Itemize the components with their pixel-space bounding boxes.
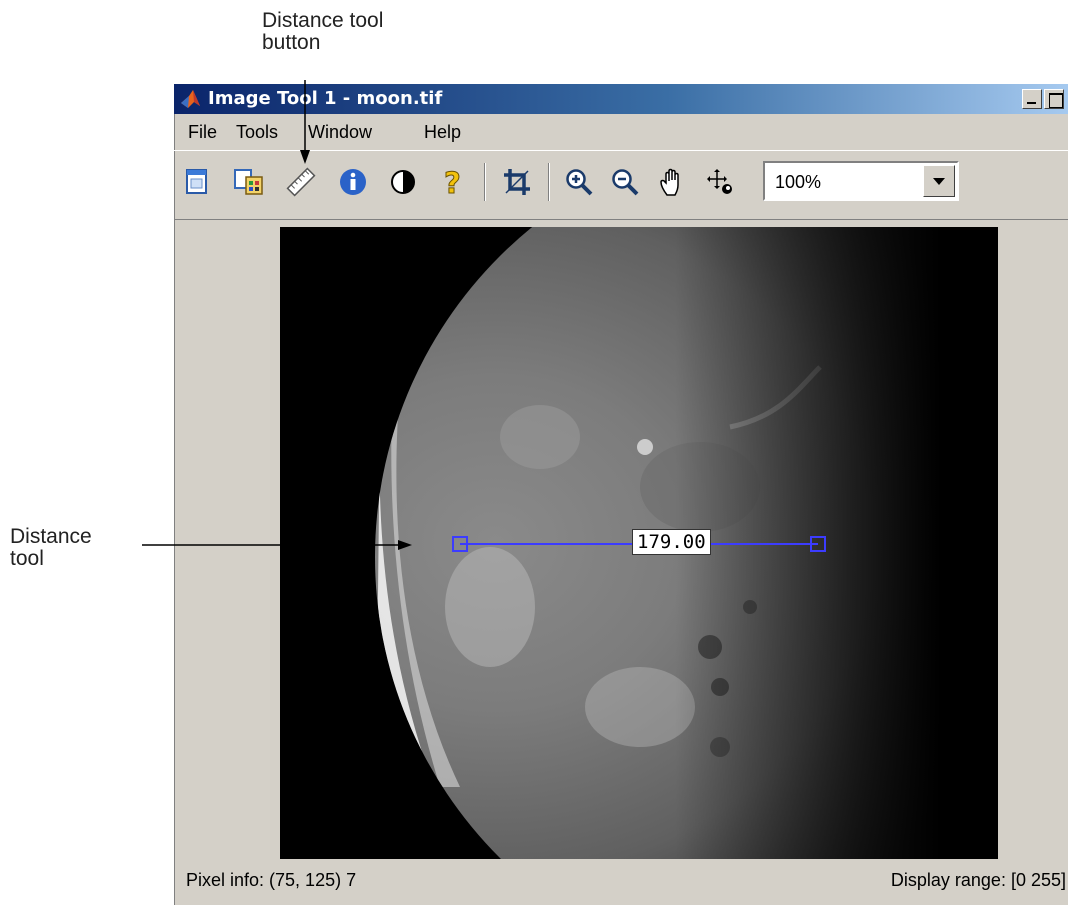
overview-button[interactable] (704, 164, 738, 200)
zoom-out-button[interactable] (608, 164, 642, 200)
new-figure-icon (186, 169, 207, 194)
menu-window[interactable]: Window (308, 122, 372, 143)
image-display[interactable]: 179.00 (280, 227, 998, 859)
zoom-value: 100% (775, 172, 822, 192)
contrast-icon (391, 170, 415, 194)
callout-button-line2: button (262, 31, 321, 54)
pan-icon (660, 168, 679, 196)
overview-icon (707, 169, 732, 194)
title-bar[interactable]: Image Tool 1 - moon.tif (174, 84, 1068, 114)
toolbar-separator-2 (548, 163, 550, 201)
maximize-button[interactable] (1044, 89, 1064, 109)
callout-tool-line1: Distance (10, 525, 92, 548)
zoom-in-button[interactable] (562, 164, 596, 200)
menu-help[interactable]: Help (424, 122, 461, 143)
export-button[interactable] (232, 164, 266, 200)
image-tool-window: Image Tool 1 - moon.tif File Tools Windo… (172, 84, 1068, 905)
help-button[interactable]: ? (436, 164, 470, 200)
maximize-icon (1049, 93, 1063, 108)
svg-text:?: ? (444, 166, 461, 198)
pan-button[interactable] (656, 164, 690, 200)
distance-tool-icon (286, 167, 316, 197)
help-icon: ? (444, 166, 462, 198)
window-title: Image Tool 1 - moon.tif (208, 88, 443, 109)
minimize-button[interactable] (1022, 89, 1042, 109)
chevron-down-icon (933, 178, 945, 185)
menu-file[interactable]: File (188, 122, 217, 143)
menu-tools[interactable]: Tools (236, 122, 278, 143)
display-range-status: Display range: [0 255] (890, 870, 1066, 890)
export-icon (234, 169, 263, 195)
callout-distance-tool-button: Distance tool button (262, 10, 383, 54)
zoom-dropdown-button[interactable] (923, 165, 955, 197)
callout-tool-line2: tool (10, 547, 44, 570)
crop-icon (504, 169, 530, 195)
info-icon (340, 169, 366, 195)
contrast-button[interactable] (386, 164, 420, 200)
minimize-icon (1027, 102, 1036, 104)
zoom-combobox[interactable]: 100% (763, 161, 959, 201)
crop-button[interactable] (500, 164, 534, 200)
zoom-out-icon (612, 169, 639, 196)
callout-distance-tool: Distance tool (10, 526, 92, 570)
distance-label: 179.00 (632, 529, 711, 555)
zoom-in-icon (566, 169, 593, 196)
callout-button-line1: Distance tool (262, 9, 384, 32)
toolbar-separator (484, 163, 486, 201)
new-figure-button[interactable] (180, 164, 214, 200)
distance-tool-button[interactable] (284, 164, 318, 200)
pixel-info-status: Pixel info: (75, 125) 7 (186, 870, 357, 890)
menu-bar: File Tools Window Help (174, 114, 1068, 150)
toolbar: ? 100% (174, 150, 1068, 220)
matlab-logo-icon (181, 90, 200, 108)
pixel-info-button[interactable] (336, 164, 370, 200)
